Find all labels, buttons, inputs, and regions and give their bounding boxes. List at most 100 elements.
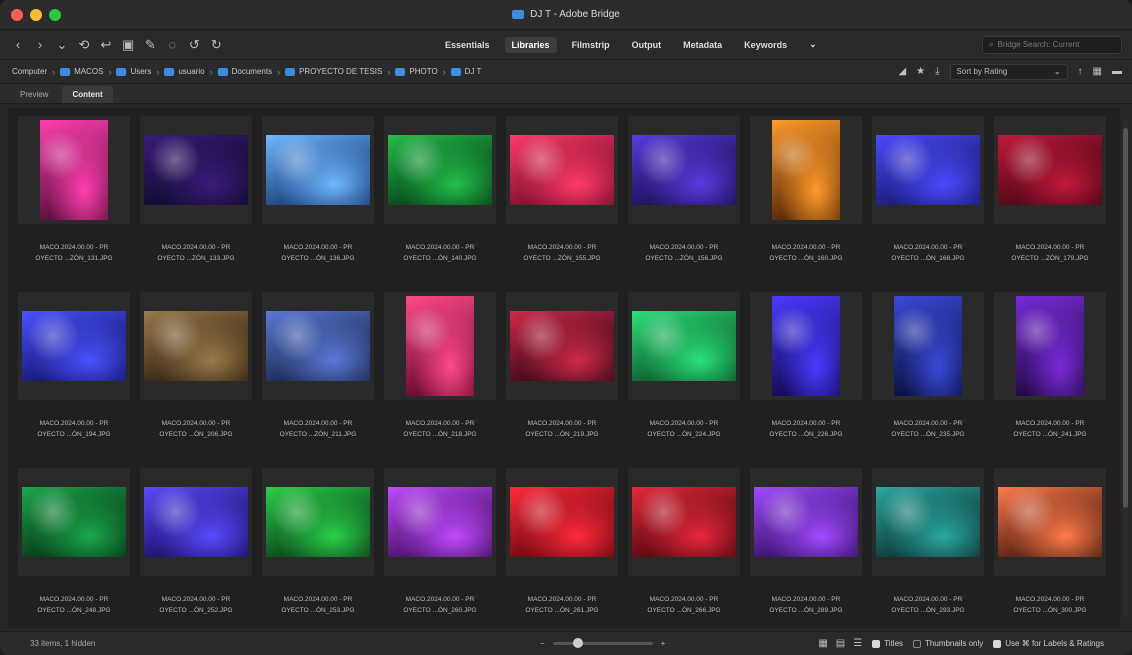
maximize-window-button[interactable] [49, 8, 61, 21]
photo-thumbnail[interactable] [40, 120, 108, 220]
photo-thumbnail[interactable] [772, 296, 840, 396]
thumbnail-item[interactable]: MACO.2024.00.00 - PR OYECTO ...ÓN_289.JPG [750, 468, 862, 628]
thumbnail-item[interactable]: MACO.2024.00.00 - PR OYECTO ...ZÓN_131.JP… [18, 116, 130, 276]
photo-thumbnail[interactable] [266, 487, 370, 557]
thumbnail-item[interactable]: MACO.2024.00.00 - PR OYECTO ...ZÓN_211.JP… [262, 292, 374, 452]
photo-thumbnail[interactable] [876, 135, 980, 205]
breadcrumb-item[interactable]: PROYECTO DE TESIS [285, 67, 382, 76]
recent-icon[interactable]: ⌄ [56, 37, 68, 53]
thumbnail-item[interactable]: MACO.2024.00.00 - PR OYECTO ...ZÓN_133.JP… [140, 116, 252, 276]
photo-thumbnail[interactable] [22, 311, 126, 381]
rotate-right-icon[interactable]: ↻ [210, 37, 222, 53]
quality-icon[interactable]: ◢ [898, 66, 906, 77]
return-icon[interactable]: ⟲ [78, 37, 90, 53]
zoom-in-icon[interactable]: + [661, 639, 666, 648]
photo-thumbnail[interactable] [876, 487, 980, 557]
photo-thumbnail[interactable] [754, 487, 858, 557]
slider-knob[interactable] [572, 638, 583, 648]
thumbnail-item[interactable]: MACO.2024.00.00 - PR OYECTO ...ZÓN_156.JP… [628, 116, 740, 276]
tab-content[interactable]: Content [62, 86, 113, 103]
thumbnail-item[interactable]: MACO.2024.00.00 - PR OYECTO ...ÓN_252.JPG [140, 468, 252, 628]
thumbnail-frame[interactable] [140, 292, 252, 400]
photo-thumbnail[interactable] [998, 135, 1102, 205]
breadcrumb-item[interactable]: MACOS [60, 67, 103, 76]
thumbnail-item[interactable]: MACO.2024.00.00 - PR OYECTO ...ÓN_168.JPG [872, 116, 984, 276]
grid-view-icon[interactable]: ▦ [818, 638, 827, 649]
boomerang-icon[interactable]: ↩ [100, 37, 112, 53]
thumbnail-item[interactable]: MACO.2024.00.00 - PR OYECTO ...ÓN_160.JPG [750, 116, 862, 276]
thumbnail-frame[interactable] [262, 116, 374, 224]
breadcrumb-item[interactable]: Computer [12, 67, 47, 76]
thumbnail-frame[interactable] [384, 116, 496, 224]
workspace-more-icon[interactable]: ⌄ [802, 36, 824, 53]
workspace-essentials[interactable]: Essentials [438, 37, 497, 53]
thumbnail-item[interactable]: MACO.2024.00.00 - PR OYECTO ...ZÓN_179.JP… [994, 116, 1106, 276]
thumbnail-item[interactable]: MACO.2024.00.00 - PR OYECTO ...ÓN_248.JPG [18, 468, 130, 628]
thumbnail-item[interactable]: MACO.2024.00.00 - PR OYECTO ...ÓN_136.JPG [262, 116, 374, 276]
thumbnail-frame[interactable] [628, 116, 740, 224]
zoom-out-icon[interactable]: − [540, 639, 545, 648]
thumbnail-item[interactable]: MACO.2024.00.00 - PR OYECTO ...ÓN_218.JPG [384, 292, 496, 452]
forward-icon[interactable]: › [34, 37, 46, 52]
thumbnail-frame[interactable] [384, 468, 496, 576]
photo-thumbnail[interactable] [144, 135, 248, 205]
breadcrumb-item[interactable]: DJ T [450, 67, 481, 76]
workspace-libraries[interactable]: Libraries [504, 36, 557, 53]
rotate-left-icon[interactable]: ↺ [188, 37, 200, 53]
sort-dropdown[interactable]: Sort by Rating ⌄ [949, 63, 1068, 80]
thumbnails-only-checkbox[interactable]: Thumbnails only [913, 639, 983, 648]
search-field[interactable]: ⌕ Bridge Search: Current [982, 35, 1122, 54]
photo-thumbnail[interactable] [510, 135, 614, 205]
thumbnail-frame[interactable] [994, 468, 1106, 576]
thumbnail-item[interactable]: MACO.2024.00.00 - PR OYECTO ...ZÓN_155.JP… [506, 116, 618, 276]
thumbnail-frame[interactable] [506, 468, 618, 576]
thumbnail-item[interactable]: MACO.2024.00.00 - PR OYECTO ...ÓN_241.JPG [994, 292, 1106, 452]
get-photos-icon[interactable]: ▣ [122, 37, 134, 53]
thumbnail-item[interactable]: MACO.2024.00.00 - PR OYECTO ...ÓN_293.JPG [872, 468, 984, 628]
breadcrumb-item[interactable]: usuario [164, 67, 205, 76]
thumbnail-item[interactable]: MACO.2024.00.00 - PR OYECTO ...ÓN_260.JPG [384, 468, 496, 628]
photo-thumbnail[interactable] [632, 487, 736, 557]
thumbnail-frame[interactable] [140, 468, 252, 576]
breadcrumb-item[interactable]: Documents [217, 67, 272, 76]
photo-thumbnail[interactable] [144, 487, 248, 557]
workspace-filmstrip[interactable]: Filmstrip [565, 37, 617, 53]
thumbnail-frame[interactable] [18, 116, 130, 224]
thumbnail-frame[interactable] [262, 468, 374, 576]
thumbnail-frame[interactable] [18, 292, 130, 400]
photo-thumbnail[interactable] [266, 311, 370, 381]
photo-thumbnail[interactable] [22, 487, 126, 557]
thumbnail-frame[interactable] [140, 116, 252, 224]
refine-icon[interactable]: ✎ [144, 37, 156, 53]
tab-preview[interactable]: Preview [10, 86, 58, 103]
photo-thumbnail[interactable] [772, 120, 840, 220]
photo-thumbnail[interactable] [1016, 296, 1084, 396]
thumbnail-frame[interactable] [872, 292, 984, 400]
photo-thumbnail[interactable] [510, 487, 614, 557]
thumbnail-item[interactable]: MACO.2024.00.00 - PR OYECTO ...ÓN_219.JPG [506, 292, 618, 452]
folder-open-icon[interactable]: ▬ [1112, 66, 1122, 77]
view-options-icon[interactable]: ▦ [1093, 66, 1102, 77]
thumbnail-frame[interactable] [628, 468, 740, 576]
close-window-button[interactable] [11, 8, 23, 21]
photo-thumbnail[interactable] [510, 311, 614, 381]
thumbnail-frame[interactable] [18, 468, 130, 576]
thumbnail-item[interactable]: MACO.2024.00.00 - PR OYECTO ...ÓN_261.JPG [506, 468, 618, 628]
thumbnail-item[interactable]: MACO.2024.00.00 - PR OYECTO ...ÓN_253.JPG [262, 468, 374, 628]
photo-thumbnail[interactable] [632, 311, 736, 381]
content-scrollbar[interactable] [1123, 118, 1128, 618]
thumbnail-frame[interactable] [994, 116, 1106, 224]
sort-direction-icon[interactable]: ↑ [1078, 66, 1083, 77]
thumbnail-item[interactable]: MACO.2024.00.00 - PR OYECTO ...ÓN_224.JPG [628, 292, 740, 452]
thumbnail-item[interactable]: MACO.2024.00.00 - PR OYECTO ...ÓN_226.JPG [750, 292, 862, 452]
thumbnail-frame[interactable] [262, 292, 374, 400]
photo-thumbnail[interactable] [388, 487, 492, 557]
thumbnail-item[interactable]: MACO.2024.00.00 - PR OYECTO ...ÓN_194.JPG [18, 292, 130, 452]
open-in-camera-raw-icon[interactable]: ◌ [166, 37, 178, 52]
thumbnail-frame[interactable] [384, 292, 496, 400]
thumbnail-size-slider[interactable] [552, 638, 653, 648]
thumbnail-frame[interactable] [750, 292, 862, 400]
thumbnail-frame[interactable] [872, 468, 984, 576]
titles-checkbox[interactable]: Titles [872, 639, 903, 648]
photo-thumbnail[interactable] [266, 135, 370, 205]
